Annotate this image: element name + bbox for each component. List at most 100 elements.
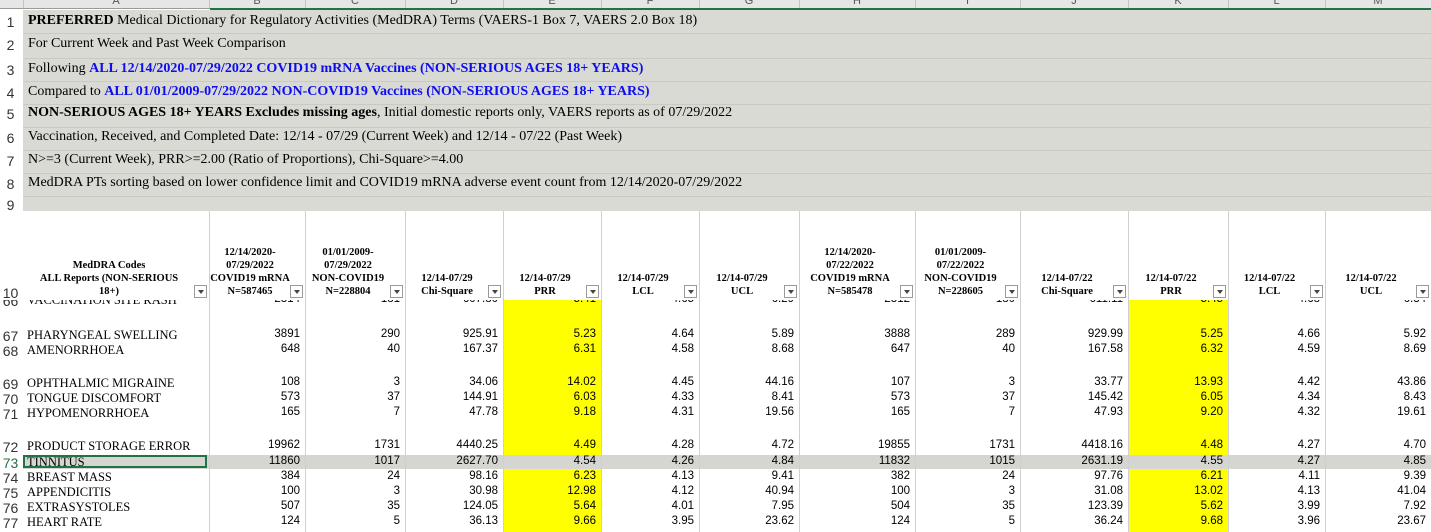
column-letter-f[interactable]: F — [601, 0, 699, 7]
column-letter-m[interactable]: M — [1325, 0, 1431, 7]
table-header-text: 01/01/2009- — [934, 247, 987, 258]
column-separator — [209, 0, 210, 8]
value-cell: 165 — [890, 406, 910, 418]
column-letter-k[interactable]: K — [1128, 0, 1228, 7]
filter-dropdown-button[interactable] — [488, 285, 501, 298]
row-number[interactable]: 9 — [0, 197, 21, 213]
value-cell: 4418.16 — [1081, 439, 1123, 451]
value-cell: 1731 — [989, 439, 1015, 451]
filter-dropdown-button[interactable] — [784, 285, 797, 298]
value-cell: 4440.25 — [456, 439, 498, 451]
row-number[interactable]: 2 — [0, 37, 21, 53]
filter-dropdown-button[interactable] — [390, 285, 403, 298]
row-number[interactable]: 74 — [0, 470, 21, 486]
row-number[interactable]: 72 — [0, 439, 21, 455]
column-letter-e[interactable]: E — [503, 0, 601, 7]
table-header-text: NON-COVID19 — [311, 273, 385, 284]
header-line-4-highlight-text: ALL 01/01/2009-07/29/2022 NON-COVID19 Va… — [104, 84, 650, 99]
row-gridline — [23, 150, 1431, 151]
column-letter-i[interactable]: I — [915, 0, 1020, 7]
filter-dropdown-button[interactable] — [290, 285, 303, 298]
header-line-4-text: Compared to — [28, 84, 105, 99]
value-cell: 9.66 — [573, 515, 596, 527]
value-cell: 30.98 — [469, 485, 498, 497]
value-cell: 47.78 — [469, 406, 498, 418]
row-number[interactable]: 5 — [0, 106, 21, 122]
column-letter-l[interactable]: L — [1228, 0, 1325, 7]
value-cell: 7.95 — [771, 500, 794, 512]
row-number[interactable]: 7 — [0, 153, 21, 169]
value-cell: 8.68 — [771, 343, 794, 355]
value-cell: 504 — [890, 500, 910, 512]
table-header-cell: MedDRA Codes ALL Reports (NON-SERIOUS 18+) — [23, 211, 209, 300]
value-cell: 41.04 — [1397, 485, 1426, 497]
header-line-3-highlight-text: ALL 12/14/2020-07/29/2022 COVID19 mRNA V… — [89, 61, 644, 76]
column-letter-g[interactable]: G — [699, 0, 799, 7]
header-line-2-text: For Current Week and Past Week Compariso… — [28, 36, 286, 51]
filter-dropdown-button[interactable] — [1310, 285, 1323, 298]
row-gridline — [23, 33, 1431, 34]
header-line-5-bold-text: NON-SERIOUS AGES 18+ YEARS Excludes miss… — [28, 105, 377, 120]
value-cell: 5.62 — [1200, 500, 1223, 512]
column-separator — [601, 0, 602, 8]
row-number[interactable]: 1 — [0, 14, 21, 30]
row-number[interactable]: 71 — [0, 406, 21, 422]
row-number[interactable]: 6 — [0, 130, 21, 146]
value-cell: 100 — [280, 485, 300, 497]
column-letter-a[interactable]: A — [23, 0, 209, 7]
column-letter-b[interactable]: B — [209, 0, 305, 7]
column-letter-d[interactable]: D — [405, 0, 503, 7]
value-cell: 124 — [280, 515, 300, 527]
filter-dropdown-button[interactable] — [900, 285, 913, 298]
adverse-event-name: HEART RATE — [27, 515, 103, 529]
header-line-6: Vaccination, Received, and Completed Dat… — [28, 129, 622, 145]
row-number[interactable]: 76 — [0, 500, 21, 516]
value-cell: 43.86 — [1397, 376, 1426, 388]
row-number[interactable]: 75 — [0, 485, 21, 501]
value-cell: 6.05 — [1200, 391, 1223, 403]
value-cell: 6.03 — [573, 391, 596, 403]
column-letter-j[interactable]: J — [1020, 0, 1128, 7]
table-header-text: UCL — [1359, 286, 1383, 297]
row-number[interactable]: 70 — [0, 391, 21, 407]
filter-dropdown-button[interactable] — [684, 285, 697, 298]
value-cell: 4.42 — [1297, 376, 1320, 388]
value-cell: 5 — [1008, 515, 1015, 527]
row-number[interactable]: 77 — [0, 515, 21, 531]
row-number[interactable]: 4 — [0, 85, 21, 101]
value-cell: 4.55 — [1200, 455, 1223, 467]
value-cell: 23.67 — [1397, 515, 1426, 527]
filter-dropdown-button[interactable] — [194, 285, 207, 298]
column-letter-h[interactable]: H — [799, 0, 915, 7]
table-header-text: 12/14-07/29 — [617, 273, 669, 284]
row-number[interactable]: 69 — [0, 376, 21, 392]
table-header-text: COVID19 mRNA — [210, 273, 290, 284]
value-cell: 19.61 — [1397, 406, 1426, 418]
value-cell: 145.42 — [1087, 391, 1123, 403]
value-cell: 12.98 — [567, 485, 596, 497]
value-cell: 5.89 — [771, 328, 794, 340]
value-cell: 4.34 — [1297, 391, 1320, 403]
filter-dropdown-button[interactable] — [1416, 285, 1429, 298]
row-number[interactable]: 8 — [0, 176, 21, 192]
filter-dropdown-button[interactable] — [1005, 285, 1018, 298]
row-gridline — [23, 196, 1431, 197]
row-number[interactable]: 3 — [0, 62, 21, 78]
value-cell: 4.11 — [1298, 470, 1320, 482]
adverse-event-name: HYPOMENORRHOEA — [27, 406, 150, 420]
row-number[interactable]: 73 — [0, 455, 21, 471]
filter-dropdown-button[interactable] — [586, 285, 599, 298]
value-cell: 5.25 — [1200, 328, 1223, 340]
row-number[interactable]: 67 — [0, 328, 21, 344]
header-line-5: NON-SERIOUS AGES 18+ YEARS Excludes miss… — [28, 105, 732, 121]
value-cell: 4.45 — [671, 376, 694, 388]
column-letter-c[interactable]: C — [305, 0, 405, 7]
value-cell: 4.12 — [671, 485, 694, 497]
column-separator — [1020, 0, 1021, 8]
filter-dropdown-button[interactable] — [1213, 285, 1226, 298]
value-cell: 4.13 — [671, 470, 694, 482]
column-separator — [1128, 0, 1129, 8]
row-number[interactable]: 68 — [0, 343, 21, 359]
row-number[interactable]: 10 — [0, 285, 21, 301]
filter-dropdown-button[interactable] — [1113, 285, 1126, 298]
